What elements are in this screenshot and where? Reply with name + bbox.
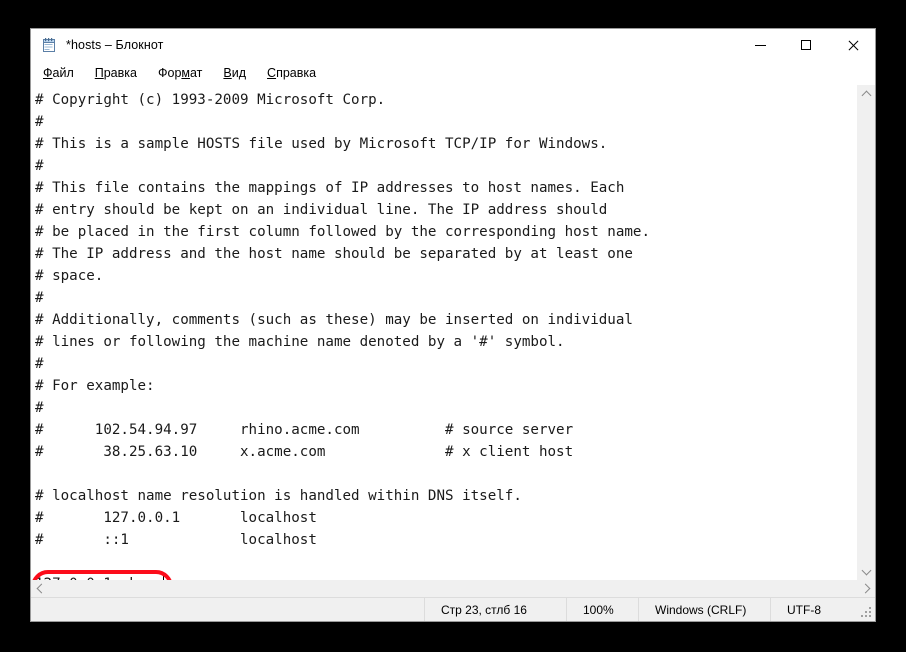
notepad-window: *hosts – Блокнот Файл Правка Формат Вид … [30, 28, 876, 622]
title-bar[interactable]: *hosts – Блокнот [31, 29, 875, 61]
editor-line: # [35, 114, 44, 130]
menu-bar: Файл Правка Формат Вид Справка [31, 61, 875, 84]
editor-active-line-text: 127.0.0.1 ok.ru [35, 576, 163, 580]
menu-item-view[interactable]: Вид [223, 65, 257, 81]
menu-view-post: ид [231, 65, 247, 80]
resize-grip-icon[interactable] [860, 606, 871, 617]
status-cursor-position: Стр 23, стлб 16 [424, 598, 566, 621]
status-line-endings: Windows (CRLF) [638, 598, 770, 621]
editor-line: # This is a sample HOSTS file used by Mi… [35, 136, 608, 152]
menu-item-edit[interactable]: Правка [95, 65, 148, 81]
menu-format-post: ат [190, 65, 203, 80]
editor-line: # The IP address and the host name shoul… [35, 246, 633, 262]
notepad-icon [41, 37, 57, 53]
editor-line: # 38.25.63.10 x.acme.com # x client host [35, 444, 574, 460]
minimize-icon [754, 44, 766, 46]
editor-line: # For example: [35, 378, 155, 394]
menu-edit-accel: П [94, 65, 104, 80]
editor-line: # be placed in the first column followed… [35, 224, 650, 240]
minimize-button[interactable] [737, 29, 783, 61]
chevron-up-icon [861, 90, 872, 100]
menu-format-pre: Фор [157, 65, 182, 80]
editor-line: # 102.54.94.97 rhino.acme.com # source s… [35, 422, 574, 438]
close-icon [847, 40, 858, 51]
chevron-left-icon [36, 583, 46, 594]
editor-line: # localhost name resolution is handled w… [35, 488, 522, 504]
scroll-right-button[interactable] [858, 580, 875, 597]
menu-view-accel: В [223, 65, 232, 80]
menu-item-file[interactable]: Файл [43, 65, 85, 81]
horizontal-scroll-track[interactable] [48, 580, 858, 597]
editor-line: # ::1 localhost [35, 532, 317, 548]
editor-line: # [35, 400, 44, 416]
status-spacer [31, 598, 424, 621]
editor-line: # lines or following the machine name de… [35, 334, 565, 350]
status-bar: Стр 23, стлб 16 100% Windows (CRLF) UTF-… [31, 597, 875, 621]
text-editor[interactable]: # Copyright (c) 1993-2009 Microsoft Corp… [31, 85, 857, 580]
menu-format-accel: м [181, 65, 190, 80]
maximize-button[interactable] [783, 29, 829, 61]
editor-line: # [35, 356, 44, 372]
close-button[interactable] [829, 29, 875, 61]
scroll-left-button[interactable] [31, 580, 48, 597]
editor-content: # Copyright (c) 1993-2009 Microsoft Corp… [31, 89, 857, 580]
menu-file-post: айл [52, 65, 74, 80]
editor-line: # Additionally, comments (such as these)… [35, 312, 633, 328]
editor-line: # [35, 158, 44, 174]
editor-line: # Copyright (c) 1993-2009 Microsoft Corp… [35, 92, 386, 108]
editor-area: # Copyright (c) 1993-2009 Microsoft Corp… [31, 84, 875, 580]
maximize-icon [801, 40, 811, 50]
editor-line: # entry should be kept on an individual … [35, 202, 608, 218]
editor-active-line[interactable]: 127.0.0.1 ok.ru [35, 573, 857, 580]
scroll-down-button[interactable] [858, 563, 875, 580]
menu-item-format[interactable]: Формат [158, 65, 213, 81]
chevron-down-icon [861, 565, 872, 575]
editor-line: # [35, 290, 44, 306]
chevron-right-icon [860, 583, 870, 594]
window-title: *hosts – Блокнот [66, 38, 164, 52]
menu-item-help[interactable]: Справка [267, 65, 327, 81]
scroll-up-button[interactable] [858, 85, 875, 102]
editor-line: # 127.0.0.1 localhost [35, 510, 317, 526]
menu-edit-post: равка [103, 65, 137, 80]
menu-help-accel: С [267, 65, 277, 80]
vertical-scrollbar[interactable] [857, 85, 875, 580]
menu-help-post: правка [276, 65, 317, 80]
menu-file-accel: Ф [43, 65, 53, 80]
editor-line: # space. [35, 268, 104, 284]
horizontal-scrollbar[interactable] [31, 580, 875, 597]
window-controls [737, 29, 875, 61]
status-zoom-level[interactable]: 100% [566, 598, 638, 621]
editor-line: # This file contains the mappings of IP … [35, 180, 625, 196]
text-caret [163, 575, 165, 580]
